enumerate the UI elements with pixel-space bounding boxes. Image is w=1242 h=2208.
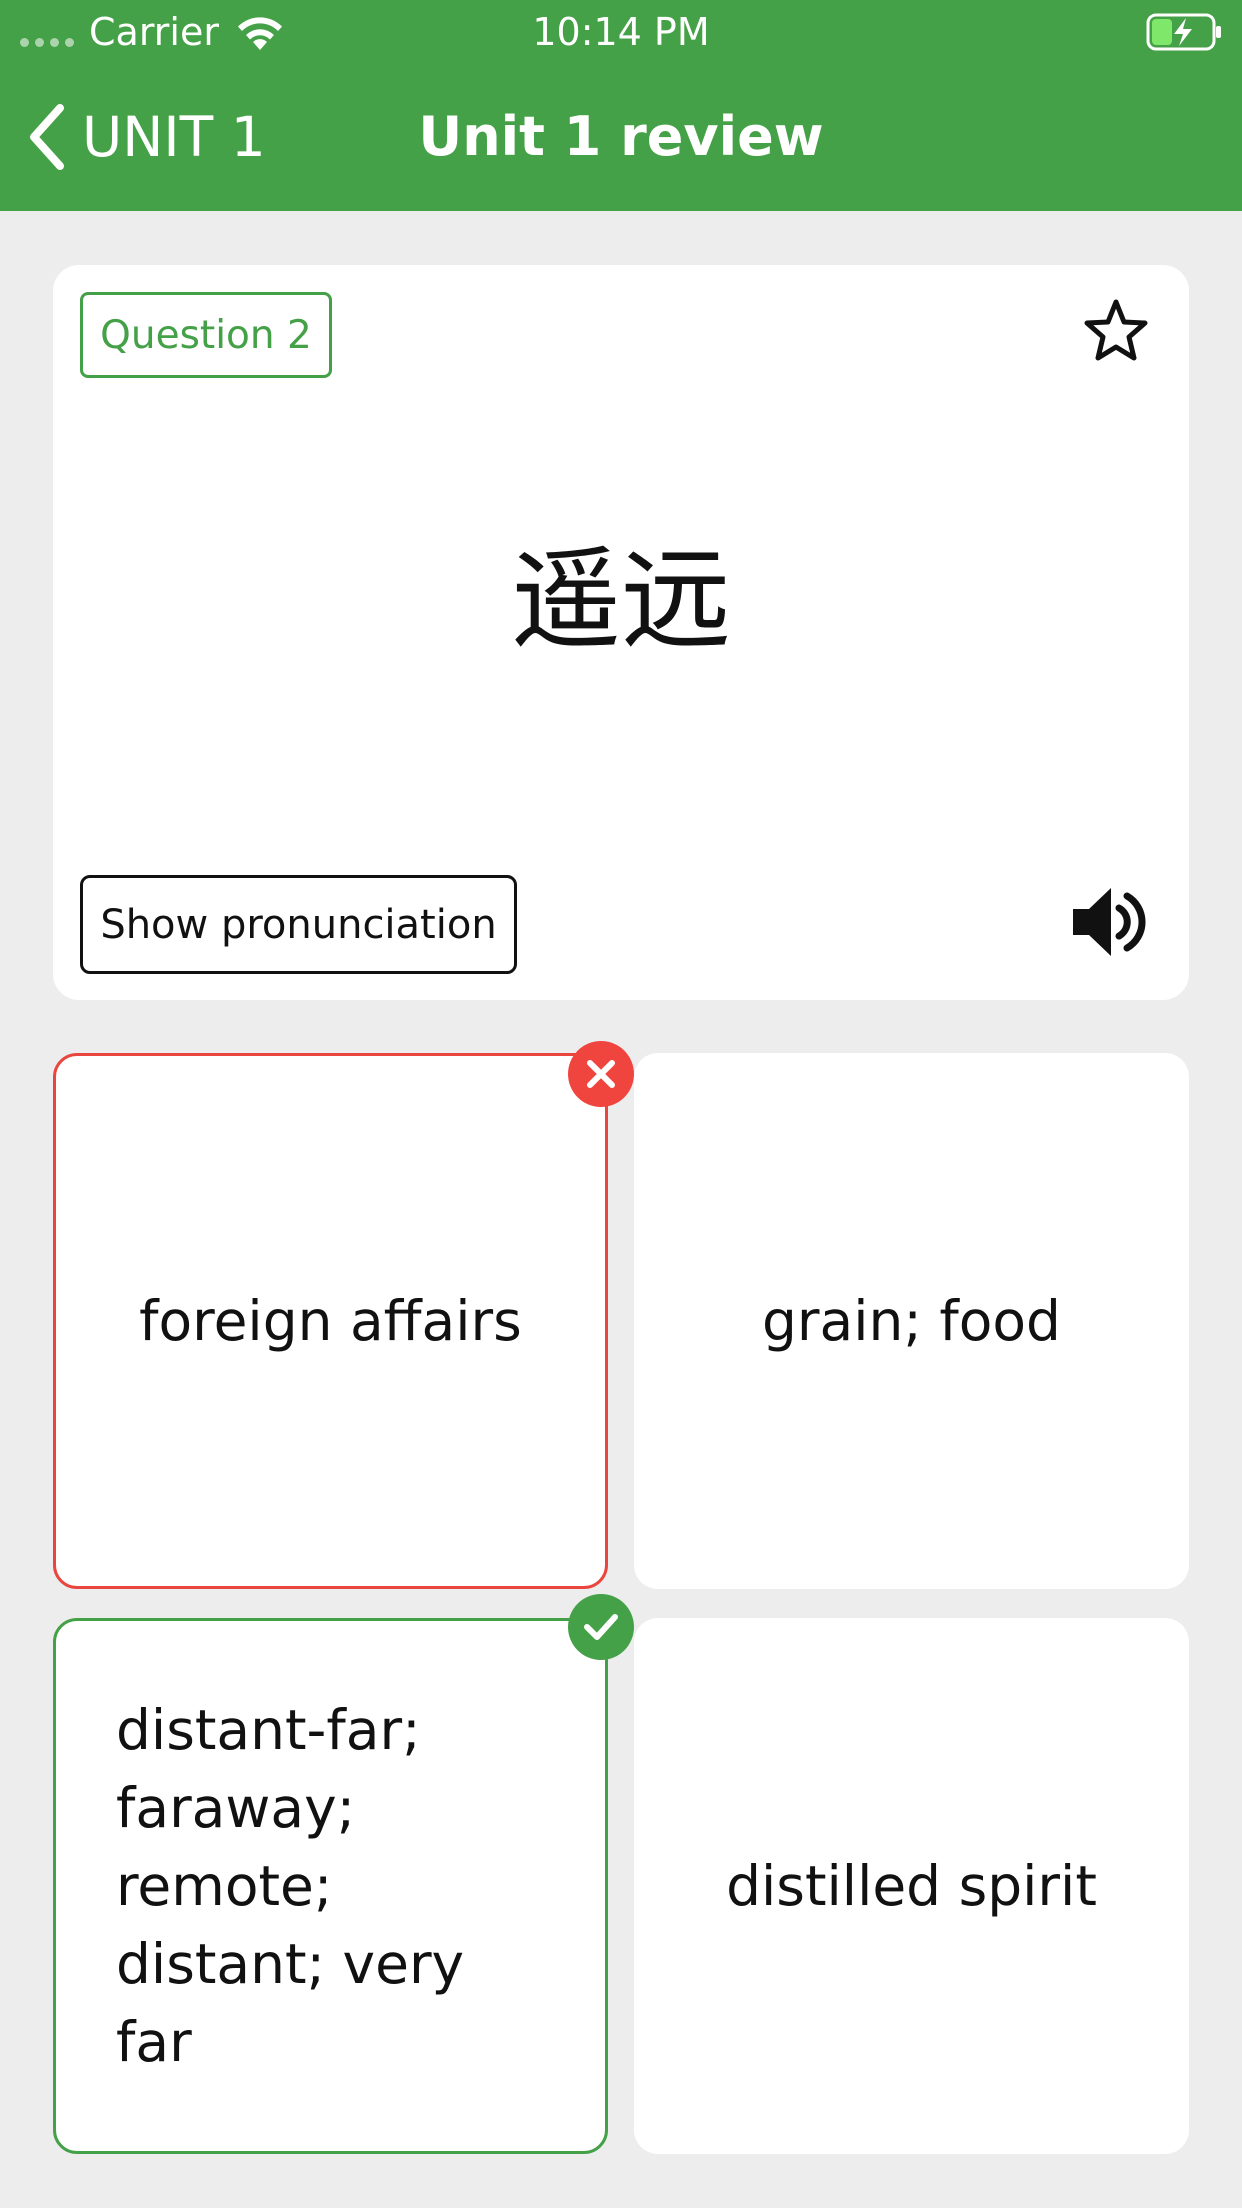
status-bar: Carrier 10:14 PM	[0, 0, 1242, 64]
answer-option-text: distilled spirit	[726, 1854, 1097, 1918]
page-title: Unit 1 review	[418, 105, 824, 168]
question-card: Question 2 遥远 Show pronunciation	[53, 265, 1189, 1000]
wrong-answer-badge	[568, 1041, 634, 1107]
battery-charging-icon	[1146, 13, 1221, 51]
star-icon[interactable]	[1083, 298, 1149, 362]
answer-option-text: foreign affairs	[139, 1289, 522, 1353]
answer-option-4[interactable]: distilled spirit	[634, 1618, 1189, 2154]
show-pronunciation-button[interactable]: Show pronunciation	[80, 875, 517, 974]
close-icon	[587, 1060, 615, 1088]
question-number-badge: Question 2	[80, 292, 332, 378]
correct-answer-badge	[568, 1594, 634, 1660]
checkmark-icon	[584, 1614, 618, 1640]
answer-option-2[interactable]: grain; food	[634, 1053, 1189, 1589]
app-header: Carrier 10:14 PM UNIT 1 Unit 1 review	[0, 0, 1242, 211]
question-word: 遥远	[511, 536, 731, 664]
status-time: 10:14 PM	[532, 10, 710, 54]
speaker-icon[interactable]	[1069, 882, 1151, 962]
answer-option-1[interactable]: foreign affairs	[53, 1053, 608, 1589]
answer-option-3[interactable]: distant-far; faraway; remote; distant; v…	[53, 1618, 608, 2154]
answer-option-text: grain; food	[762, 1289, 1061, 1353]
answer-option-text: distant-far; faraway; remote; distant; v…	[116, 1698, 465, 2074]
